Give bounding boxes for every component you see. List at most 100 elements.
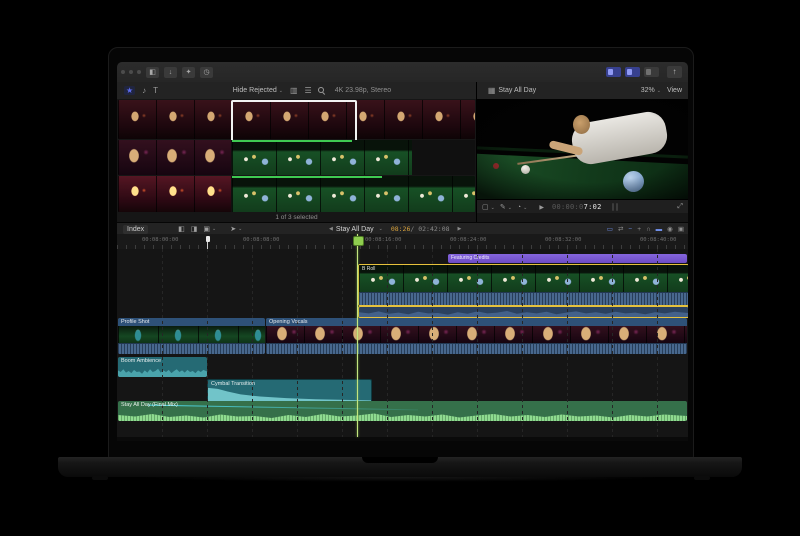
clip-thumb-pool[interactable] [232, 176, 475, 212]
import-media-icon[interactable]: ↓ [164, 67, 177, 78]
effects-browser-icon[interactable]: ◉ [667, 225, 673, 233]
clip-cymbal-transition[interactable]: Cymbal Transition [207, 379, 372, 403]
fullscreen-icon[interactable]: ⤢ [677, 203, 683, 211]
close-window-button[interactable] [121, 70, 125, 74]
minimize-window-button[interactable] [129, 70, 133, 74]
clip-thumb-stage-wide[interactable] [118, 176, 231, 212]
gridline [387, 249, 388, 437]
laptop-lid-notch [362, 457, 438, 463]
volume-automation-line[interactable] [148, 405, 418, 411]
playhead[interactable] [357, 234, 358, 437]
timeline-project-menu[interactable]: Stay All Day [336, 226, 374, 233]
zoom-window-button[interactable] [137, 70, 141, 74]
viewer-pane[interactable] [477, 99, 688, 199]
browser-clip-row-3[interactable] [118, 176, 475, 212]
viewer-control-bar: ▢⌄ ✎⌄ ◔⌄ ▶ 00:00:07:02 ⤢ [477, 199, 688, 214]
browser-pane-toggle[interactable] [606, 67, 621, 77]
audio-meter-right[interactable] [616, 203, 618, 211]
audio-waveform [359, 309, 688, 317]
audio-skimming-icon[interactable]: − [628, 226, 632, 233]
viewer-project-title: Stay All Day [498, 87, 536, 94]
audio-monitor-icon[interactable]: ∩ [646, 226, 651, 233]
clip-label: Profile Shot [121, 319, 149, 325]
playhead-handle[interactable] [353, 236, 364, 246]
share-button[interactable]: ↑ [667, 66, 682, 78]
audio-meter-left[interactable] [612, 203, 614, 211]
viewer-under-strip [477, 213, 688, 222]
color-correction-icon[interactable]: ✎⌄ [500, 203, 512, 211]
gridline [657, 249, 658, 437]
clip-label: Cymbal Transition [211, 381, 255, 387]
edit-insert-icon[interactable]: ◨ [191, 225, 198, 233]
clip-filmstrip [359, 265, 688, 292]
clip-label: Boom Ambience [121, 358, 161, 364]
titles-generators-sidebar-icon[interactable]: T [153, 86, 158, 95]
clip-final-mix[interactable]: Stay All Day (Final Mix) [118, 401, 687, 421]
gridline [432, 249, 433, 437]
ruler-label: 00:08:24:00 [450, 237, 486, 243]
gridline [207, 249, 208, 437]
gridline [297, 249, 298, 437]
next-project-icon[interactable]: ▶ [458, 226, 462, 232]
clip-thumb-singer[interactable] [118, 140, 231, 175]
clip-format-info: 4K 23.98p, Stereo [335, 87, 391, 94]
retime-icon[interactable]: ◔⌄ [517, 204, 527, 211]
crop-tools-icon[interactable]: ▢⌄ [482, 203, 495, 211]
keyword-editor-icon[interactable]: ✦ [182, 67, 195, 78]
browser-selection-status: 1 of 3 selected [117, 213, 476, 222]
inspector-pane-toggle[interactable] [644, 67, 659, 77]
screen-bottom-strip [117, 437, 688, 441]
clip-audio-band [118, 343, 265, 354]
browser-pane [117, 99, 476, 222]
clip-selected-audio-component[interactable] [358, 306, 688, 318]
gridline [162, 249, 163, 437]
chevron-down-icon: ⌄ [379, 226, 383, 232]
timeline-ruler[interactable]: 00:08:00:00 00:08:08:00 00:08:16:00 00:0… [117, 234, 688, 250]
search-icon[interactable] [318, 87, 325, 94]
list-view-icon[interactable]: ☰ [305, 86, 312, 95]
timeline-pane-toggle[interactable] [625, 67, 640, 77]
transitions-browser-icon[interactable]: ▣ [678, 225, 684, 233]
filmstrip-view-icon[interactable]: ▥ [290, 86, 298, 95]
browser-clip-row-2[interactable] [118, 140, 475, 175]
viewer-view-menu[interactable]: View [667, 87, 682, 94]
previous-project-icon[interactable]: ◀ [329, 226, 333, 232]
ruler-label: 00:08:32:00 [545, 237, 581, 243]
ruler-label: 00:08:00:00 [142, 237, 178, 243]
selected-browser-clip[interactable] [231, 100, 357, 142]
libraries-sidebar-icon[interactable]: ★ [124, 86, 135, 95]
background-tasks-icon[interactable]: ◷ [200, 67, 213, 78]
ruler-label: 00:08:16:00 [365, 237, 401, 243]
ruler-label: 00:08:08:00 [243, 237, 279, 243]
photos-audio-sidebar-icon[interactable]: ♪ [142, 86, 146, 95]
clip-label: Stay All Day (Final Mix) [121, 402, 178, 408]
laptop-shadow [70, 477, 730, 483]
window-titlebar: ◧ ↓ ✦ ◷ ↑ [117, 62, 688, 83]
timeline-timecode-elapsed[interactable]: 08:26 [391, 225, 411, 233]
gridline [477, 249, 478, 437]
clip-thumb-pool[interactable] [232, 140, 412, 175]
clip-label: Featuring Credits [451, 255, 489, 261]
solo-icon[interactable]: + [637, 226, 641, 233]
index-button[interactable]: Index [123, 225, 148, 234]
viewer-timecode[interactable]: 00:00:07:02 [552, 203, 602, 211]
ruler-label: 00:08:40:00 [640, 237, 676, 243]
play-icon[interactable]: ▶ [539, 204, 544, 211]
edit-append-icon[interactable]: ▣ [203, 225, 210, 233]
pane-header-bar: ★ ♪ T Hide Rejected ⌄ ▥ ☰ 4K 23.98p, Ste… [117, 82, 688, 100]
gridline [612, 249, 613, 437]
clip-profile-shot[interactable]: Profile Shot [118, 318, 265, 354]
gridline [342, 249, 343, 437]
clip-audio-band [359, 292, 688, 305]
chevron-down-icon: ⌄ [657, 88, 661, 94]
edit-connect-icon[interactable]: ◧ [178, 225, 185, 233]
snapping-icon[interactable]: ▬ [656, 226, 663, 233]
viewer-zoom-menu[interactable]: 32% [641, 87, 655, 94]
timeline-grid[interactable]: Featuring Credits B Roll Profile Shot [117, 249, 688, 437]
clip-selected-broll[interactable]: B Roll [358, 264, 688, 306]
timeline-view-options-icon[interactable]: ▭ [607, 225, 613, 233]
arrow-tool-icon[interactable]: ➤ [230, 225, 236, 233]
skimming-icon[interactable]: ⇄ [618, 225, 623, 233]
clip-filter-menu[interactable]: Hide Rejected [233, 87, 277, 94]
sidebar-toggle-icon[interactable]: ◧ [146, 67, 159, 78]
